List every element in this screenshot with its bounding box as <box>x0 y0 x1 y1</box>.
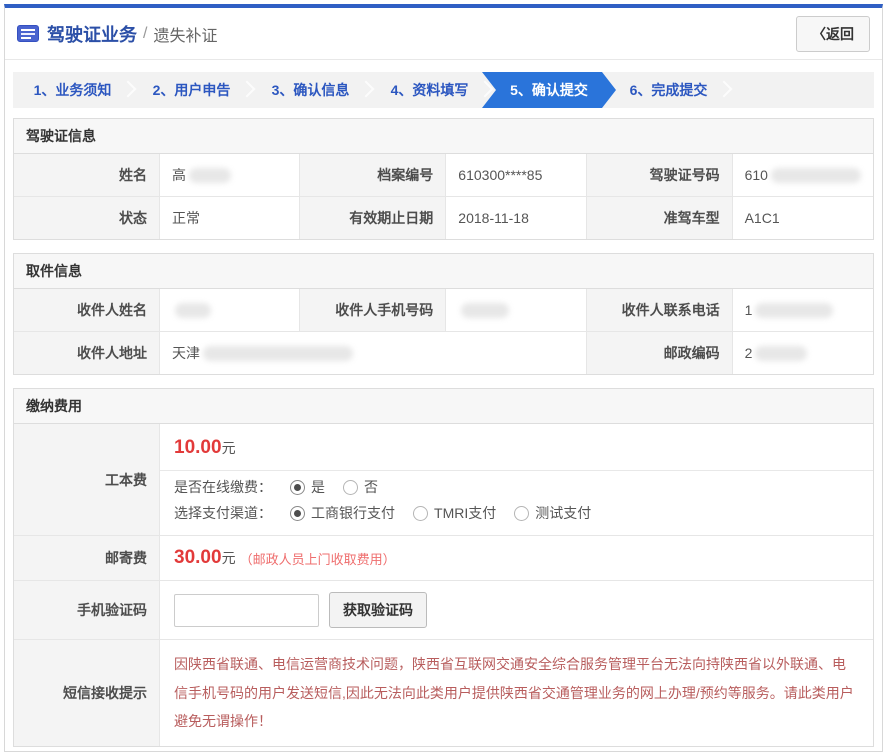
step-6-finish-submit[interactable]: 6、完成提交 <box>609 72 728 108</box>
vehicle-class-label: 准驾车型 <box>587 196 733 239</box>
pay-channel-line: 选择支付渠道： 工商银行支付 TMRI支付 测试支付 <box>160 497 873 535</box>
radio-channel-icbc[interactable] <box>290 506 305 521</box>
step-label: 5、确认提交 <box>510 80 588 100</box>
section-title: 缴纳费用 <box>14 389 873 424</box>
postage-fee-unit: 元 <box>222 548 236 568</box>
work-fee-row: 工本费 10.00元 是否在线缴费： 是 否 选择支付渠道： 工商银行支付 TM… <box>14 424 873 536</box>
postage-fee-note: （邮政人员上门收取费用） <box>240 549 396 568</box>
valid-until-label: 有效期止日期 <box>300 196 446 239</box>
step-3-confirm-info[interactable]: 3、确认信息 <box>251 72 370 108</box>
value-text: 天津 <box>172 343 200 363</box>
radio-channel-test[interactable] <box>514 506 529 521</box>
status-value: 正常 <box>160 196 300 239</box>
postal-code-label: 邮政编码 <box>587 331 733 374</box>
step-label: 6、完成提交 <box>630 80 708 100</box>
table-row: 收件人地址 天津 邮政编码 2 <box>14 331 873 374</box>
redacted-value <box>771 168 861 183</box>
file-no-value: 610300****85 <box>446 154 586 196</box>
postage-fee-content: 30.00元 （邮政人员上门收取费用） <box>160 536 873 580</box>
step-5-confirm-submit-active[interactable]: 5、确认提交 <box>482 72 616 108</box>
recipient-address-value: 天津 <box>160 331 587 374</box>
online-pay-question: 是否在线缴费： <box>174 477 272 497</box>
breadcrumb-current: 遗失补证 <box>153 22 217 46</box>
name-label: 姓名 <box>14 154 160 196</box>
table-row: 状态 正常 有效期止日期 2018-11-18 准驾车型 A1C1 <box>14 196 873 239</box>
recipient-phone-label: 收件人联系电话 <box>587 289 733 331</box>
license-business-icon <box>17 25 39 42</box>
radio-channel-tmri[interactable] <box>413 506 428 521</box>
pay-channel-question: 选择支付渠道： <box>174 503 272 523</box>
pickup-info-section: 取件信息 收件人姓名 收件人手机号码 收件人联系电话 1 收件人地址 天津 邮政… <box>13 253 874 375</box>
file-no-label: 档案编号 <box>300 154 446 196</box>
value-text: 高 <box>172 165 186 185</box>
sms-notice-label: 短信接收提示 <box>14 640 160 746</box>
redacted-value <box>203 346 353 361</box>
work-fee-label: 工本费 <box>14 424 160 535</box>
step-label: 3、确认信息 <box>272 80 350 100</box>
step-1-business-notes[interactable]: 1、业务须知 <box>13 72 132 108</box>
step-wizard: 1、业务须知 2、用户申告 3、确认信息 4、资料填写 5、确认提交 6、完成提… <box>13 72 874 108</box>
value-text: 610 <box>745 167 768 183</box>
redacted-value <box>175 303 211 318</box>
work-fee-amount-line: 10.00元 <box>160 424 873 471</box>
online-pay-question-line: 是否在线缴费： 是 否 <box>160 471 873 497</box>
radio-online-no[interactable] <box>343 480 358 495</box>
get-code-button[interactable]: 获取验证码 <box>329 592 427 628</box>
postage-fee-label: 邮寄费 <box>14 536 160 580</box>
step-4-fill-data[interactable]: 4、资料填写 <box>370 72 489 108</box>
license-no-label: 驾驶证号码 <box>587 154 733 196</box>
recipient-name-value <box>160 289 300 331</box>
page-title: 驾驶证业务 <box>47 21 137 47</box>
work-fee-content: 10.00元 是否在线缴费： 是 否 选择支付渠道： 工商银行支付 TMRI支付… <box>160 424 873 535</box>
radio-channel-test-label[interactable]: 测试支付 <box>535 503 591 523</box>
sms-code-input[interactable] <box>174 594 319 627</box>
sms-code-label: 手机验证码 <box>14 581 160 639</box>
step-label: 2、用户申告 <box>153 80 231 100</box>
license-info-section: 驾驶证信息 姓名 高 档案编号 610300****85 驾驶证号码 610 状… <box>13 118 874 240</box>
radio-channel-icbc-label[interactable]: 工商银行支付 <box>311 503 395 523</box>
radio-online-yes-label[interactable]: 是 <box>311 477 325 497</box>
table-row: 收件人姓名 收件人手机号码 收件人联系电话 1 <box>14 289 873 331</box>
breadcrumb-divider: / <box>143 25 147 43</box>
header: 驾驶证业务 / 遗失补证 〈返回 <box>5 8 882 60</box>
radio-online-no-label[interactable]: 否 <box>364 477 378 497</box>
main-panel: 驾驶证业务 / 遗失补证 〈返回 1、业务须知 2、用户申告 3、确认信息 4、… <box>4 4 883 752</box>
value-text: 1 <box>745 302 753 318</box>
postage-fee-amount: 30.00 <box>174 547 222 569</box>
redacted-value <box>755 303 833 318</box>
table-row: 姓名 高 档案编号 610300****85 驾驶证号码 610 <box>14 154 873 196</box>
radio-online-yes[interactable] <box>290 480 305 495</box>
recipient-mobile-label: 收件人手机号码 <box>300 289 446 331</box>
recipient-address-label: 收件人地址 <box>14 331 160 374</box>
recipient-phone-value: 1 <box>733 289 873 331</box>
postage-fee-row: 邮寄费 30.00元 （邮政人员上门收取费用） <box>14 536 873 581</box>
work-fee-unit: 元 <box>222 440 236 456</box>
chevron-right-icon <box>716 81 733 98</box>
step-label: 1、业务须知 <box>34 80 112 100</box>
name-value: 高 <box>160 154 300 196</box>
redacted-value <box>755 346 807 361</box>
vehicle-class-value: A1C1 <box>733 196 873 239</box>
redacted-value <box>189 168 231 183</box>
redacted-value <box>461 303 509 318</box>
work-fee-amount: 10.00 <box>174 437 222 458</box>
radio-channel-tmri-label[interactable]: TMRI支付 <box>434 503 496 523</box>
valid-until-value: 2018-11-18 <box>446 196 586 239</box>
step-2-user-declaration[interactable]: 2、用户申告 <box>132 72 251 108</box>
sms-notice-text: 因陕西省联通、电信运营商技术问题，陕西省互联网交通安全综合服务管理平台无法向持陕… <box>160 640 873 746</box>
recipient-name-label: 收件人姓名 <box>14 289 160 331</box>
sms-notice-row: 短信接收提示 因陕西省联通、电信运营商技术问题，陕西省互联网交通安全综合服务管理… <box>14 640 873 746</box>
sms-code-content: 获取验证码 <box>160 581 873 639</box>
back-button[interactable]: 〈返回 <box>796 16 870 52</box>
value-text: 2 <box>745 345 753 361</box>
sms-code-row: 手机验证码 获取验证码 <box>14 581 873 640</box>
status-label: 状态 <box>14 196 160 239</box>
section-title: 驾驶证信息 <box>14 119 873 154</box>
section-title: 取件信息 <box>14 254 873 289</box>
fees-section: 缴纳费用 工本费 10.00元 是否在线缴费： 是 否 选择支付渠道： 工商银行… <box>13 388 874 747</box>
license-no-value: 610 <box>733 154 873 196</box>
recipient-mobile-value <box>446 289 586 331</box>
postal-code-value: 2 <box>733 331 873 374</box>
step-label: 4、资料填写 <box>391 80 469 100</box>
